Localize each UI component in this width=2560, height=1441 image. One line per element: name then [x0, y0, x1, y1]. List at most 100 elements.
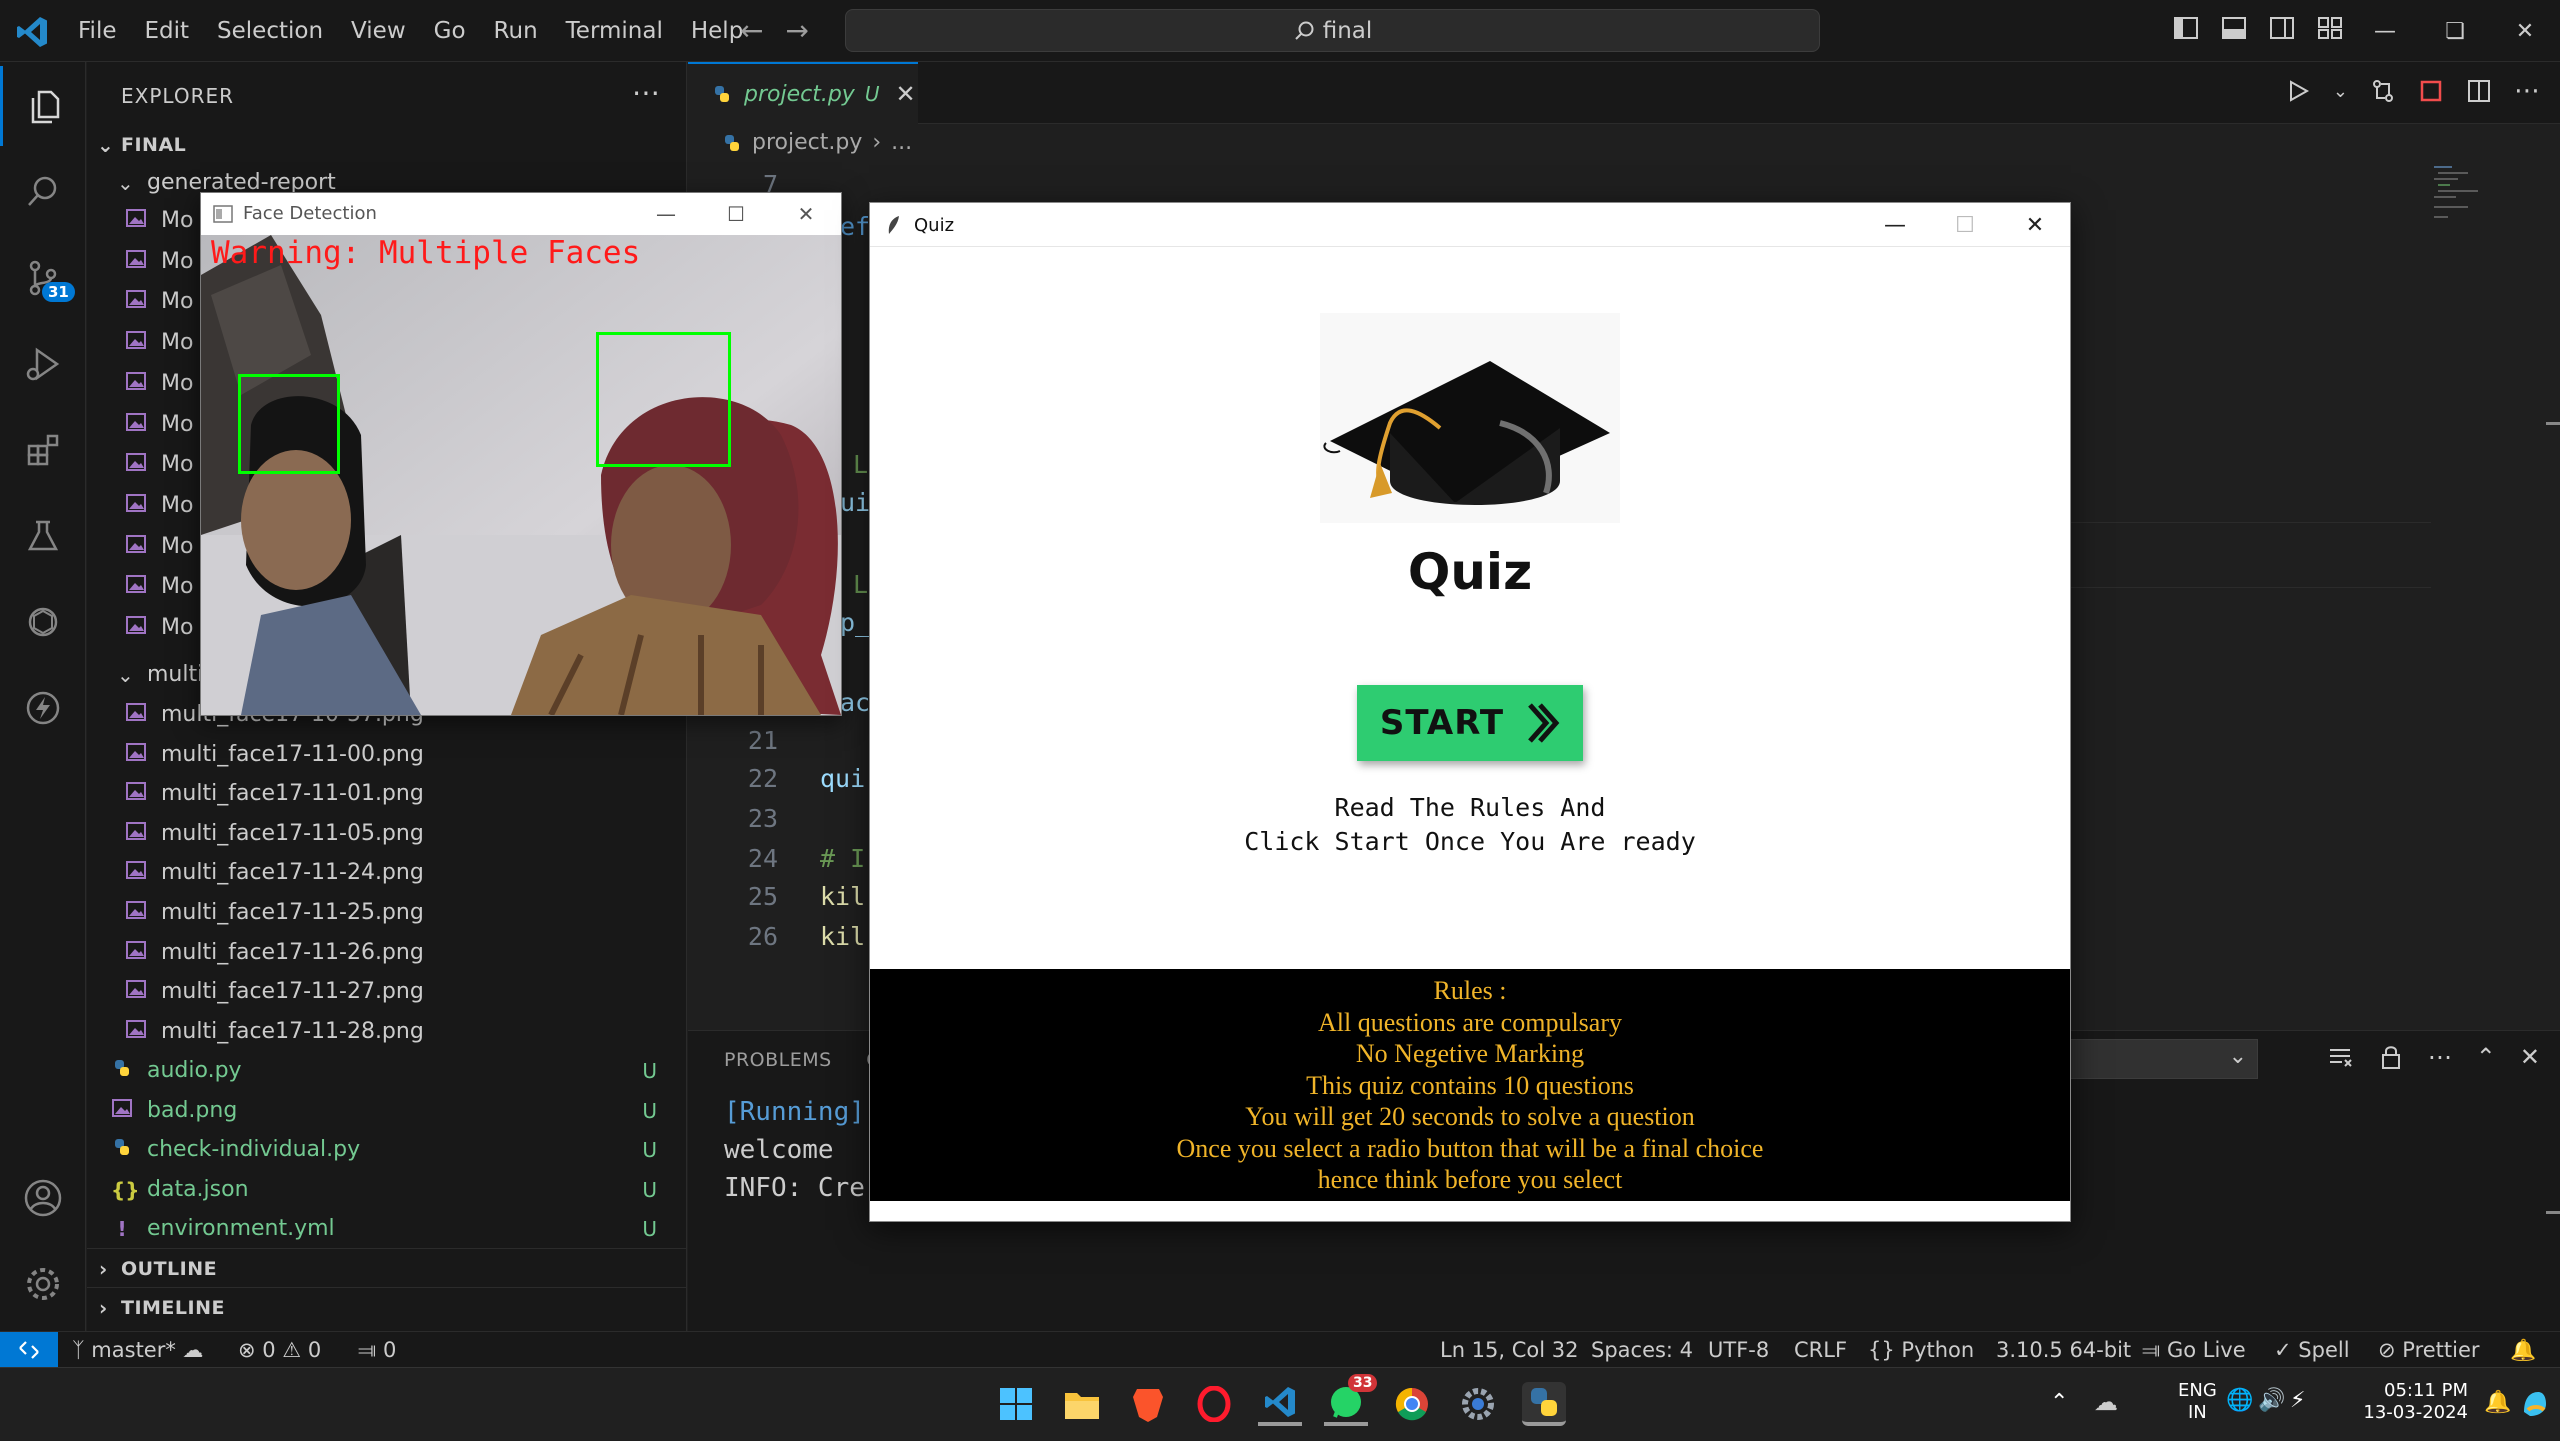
tab-project-py[interactable]: project.py U ✕ [688, 62, 918, 124]
manage-activity[interactable] [0, 1244, 86, 1324]
indentation[interactable]: Spaces: 4 [1591, 1332, 1693, 1368]
prettier-button[interactable]: ⊘ Prettier [2378, 1332, 2480, 1368]
list-item[interactable]: multi_face17-11-28.png [87, 1012, 687, 1052]
vscode-taskbar-icon[interactable] [1258, 1382, 1302, 1426]
restore-icon[interactable]: ❏ [2420, 0, 2490, 62]
list-item[interactable]: audio.py U [87, 1051, 687, 1091]
settings-taskbar-icon[interactable] [1456, 1382, 1500, 1426]
breadcrumb-file[interactable]: project.py [752, 130, 862, 155]
go-live-button[interactable]: ⫥ Go Live [2142, 1332, 2246, 1368]
windows-start-icon[interactable] [994, 1382, 1038, 1426]
volume-icon[interactable]: 🔊 [2258, 1388, 2285, 1413]
battery-icon[interactable]: ⚡ [2290, 1388, 2305, 1413]
toggle-primary-sidebar-icon[interactable] [2172, 14, 2200, 42]
clock[interactable]: 05:11 PM 13-03-2024 [2328, 1380, 2468, 1424]
run-debug-activity[interactable] [0, 324, 86, 404]
start-quiz-button[interactable]: START [1357, 685, 1583, 761]
input-language[interactable]: ENG IN [2178, 1380, 2217, 1424]
close-icon[interactable]: ✕ [2000, 203, 2070, 247]
menu-view[interactable]: View [337, 0, 420, 62]
customize-layout-icon[interactable] [2316, 14, 2344, 42]
workspace-root-folder[interactable]: ⌄ FINAL [87, 125, 687, 165]
back-arrow-icon[interactable]: ← [740, 14, 763, 47]
lock-icon[interactable] [2378, 1043, 2404, 1071]
show-hidden-icons[interactable]: ⌃ [2050, 1390, 2068, 1415]
brave-browser-icon[interactable] [1126, 1382, 1170, 1426]
branch-indicator[interactable]: ᛉ master* ☁ [72, 1332, 204, 1368]
copilot-icon[interactable] [2518, 1386, 2552, 1420]
remote-indicator[interactable] [0, 1332, 58, 1368]
maximize-panel-icon[interactable]: ⌃ [2476, 1043, 2496, 1071]
list-item[interactable]: multi_face17-11-01.png [87, 774, 687, 814]
menu-edit[interactable]: Edit [131, 0, 204, 62]
terminal-selector[interactable]: ⌄ [2068, 1039, 2258, 1079]
chrome-icon[interactable] [1390, 1382, 1434, 1426]
thunder-client-activity[interactable] [0, 668, 86, 748]
accounts-activity[interactable] [0, 1158, 86, 1238]
tab-problems[interactable]: PROBLEMS [724, 1049, 832, 1071]
python-taskbar-icon[interactable] [1522, 1382, 1566, 1426]
more-actions-icon[interactable]: ⋯ [2514, 76, 2540, 106]
source-control-activity[interactable]: 31 [0, 238, 86, 318]
end-of-line[interactable]: CRLF [1794, 1332, 1847, 1368]
clear-output-icon[interactable] [2326, 1043, 2354, 1071]
minimize-icon[interactable]: — [1860, 203, 1930, 247]
encoding[interactable]: UTF-8 [1708, 1332, 1769, 1368]
close-icon[interactable]: ✕ [2490, 0, 2560, 62]
stop-icon[interactable] [2418, 78, 2444, 104]
spell-check-button[interactable]: ✓ Spell [2274, 1332, 2350, 1368]
python-interpreter[interactable]: 3.10.5 64-bit [1996, 1332, 2131, 1368]
onedrive-icon[interactable]: ☁ [2094, 1388, 2118, 1416]
quiz-titlebar[interactable]: Quiz — ☐ ✕ [870, 203, 2070, 247]
list-item[interactable]: check-individual.py U [87, 1130, 687, 1170]
list-item[interactable]: ! environment.yml U [87, 1209, 687, 1249]
ports-indicator[interactable]: ⫥ 0 [358, 1332, 396, 1368]
menu-run[interactable]: Run [480, 0, 552, 62]
list-item[interactable]: multi_face17-11-27.png [87, 972, 687, 1012]
bell-icon[interactable]: 🔔 [2510, 1332, 2536, 1368]
opera-browser-icon[interactable] [1192, 1382, 1236, 1426]
list-item[interactable]: multi_face17-11-05.png [87, 814, 687, 854]
close-tab-icon[interactable]: ✕ [895, 80, 915, 108]
face-detection-titlebar[interactable]: Face Detection — ☐ ✕ [201, 193, 841, 235]
whatsapp-icon[interactable]: 33 [1324, 1374, 1378, 1426]
list-item[interactable]: multi_face17-11-25.png [87, 893, 687, 933]
maximize-icon[interactable]: ☐ [1930, 203, 2000, 247]
breadcrumb-symbol[interactable]: ... [891, 130, 912, 155]
list-item[interactable]: multi_face17-11-26.png [87, 933, 687, 973]
list-item[interactable]: multi_face17-11-24.png [87, 853, 687, 893]
cursor-position[interactable]: Ln 15, Col 32 [1440, 1332, 1579, 1368]
command-center-search[interactable]: final [845, 9, 1820, 52]
chevron-down-icon[interactable]: ⌄ [2333, 81, 2348, 102]
toggle-panel-icon[interactable] [2220, 14, 2248, 42]
ai-assistant-activity[interactable] [0, 582, 86, 662]
close-icon[interactable]: ✕ [771, 193, 841, 235]
notification-bell-icon[interactable]: 🔔 [2484, 1390, 2511, 1415]
more-actions-icon[interactable]: ⋯ [2428, 1043, 2452, 1071]
menu-file[interactable]: File [64, 0, 131, 62]
maximize-icon[interactable]: ☐ [701, 193, 771, 235]
more-actions-icon[interactable]: ⋯ [632, 76, 660, 109]
minimize-icon[interactable]: — [631, 193, 701, 235]
extensions-activity[interactable] [0, 410, 86, 490]
forward-arrow-icon[interactable]: → [785, 14, 808, 47]
toggle-secondary-sidebar-icon[interactable] [2268, 14, 2296, 42]
list-item[interactable]: {} data.json U [87, 1170, 687, 1210]
problems-indicator[interactable]: ⊗ 0 ⚠ 0 [238, 1332, 321, 1368]
close-panel-icon[interactable]: ✕ [2520, 1043, 2540, 1071]
outline-section[interactable]: › OUTLINE [87, 1248, 687, 1288]
search-activity[interactable] [0, 152, 86, 232]
compare-changes-icon[interactable] [2370, 78, 2396, 104]
run-python-icon[interactable] [2285, 78, 2311, 104]
split-editor-icon[interactable] [2466, 78, 2492, 104]
list-item[interactable]: bad.png U [87, 1091, 687, 1131]
menu-selection[interactable]: Selection [203, 0, 337, 62]
minimize-icon[interactable]: — [2350, 0, 2420, 62]
minimap[interactable] [2424, 162, 2504, 282]
testing-activity[interactable] [0, 496, 86, 576]
menu-go[interactable]: Go [420, 0, 480, 62]
explorer-activity[interactable] [0, 66, 86, 146]
menu-terminal[interactable]: Terminal [552, 0, 677, 62]
network-icon[interactable]: 🌐 [2226, 1388, 2253, 1413]
file-explorer-icon[interactable] [1060, 1382, 1104, 1426]
